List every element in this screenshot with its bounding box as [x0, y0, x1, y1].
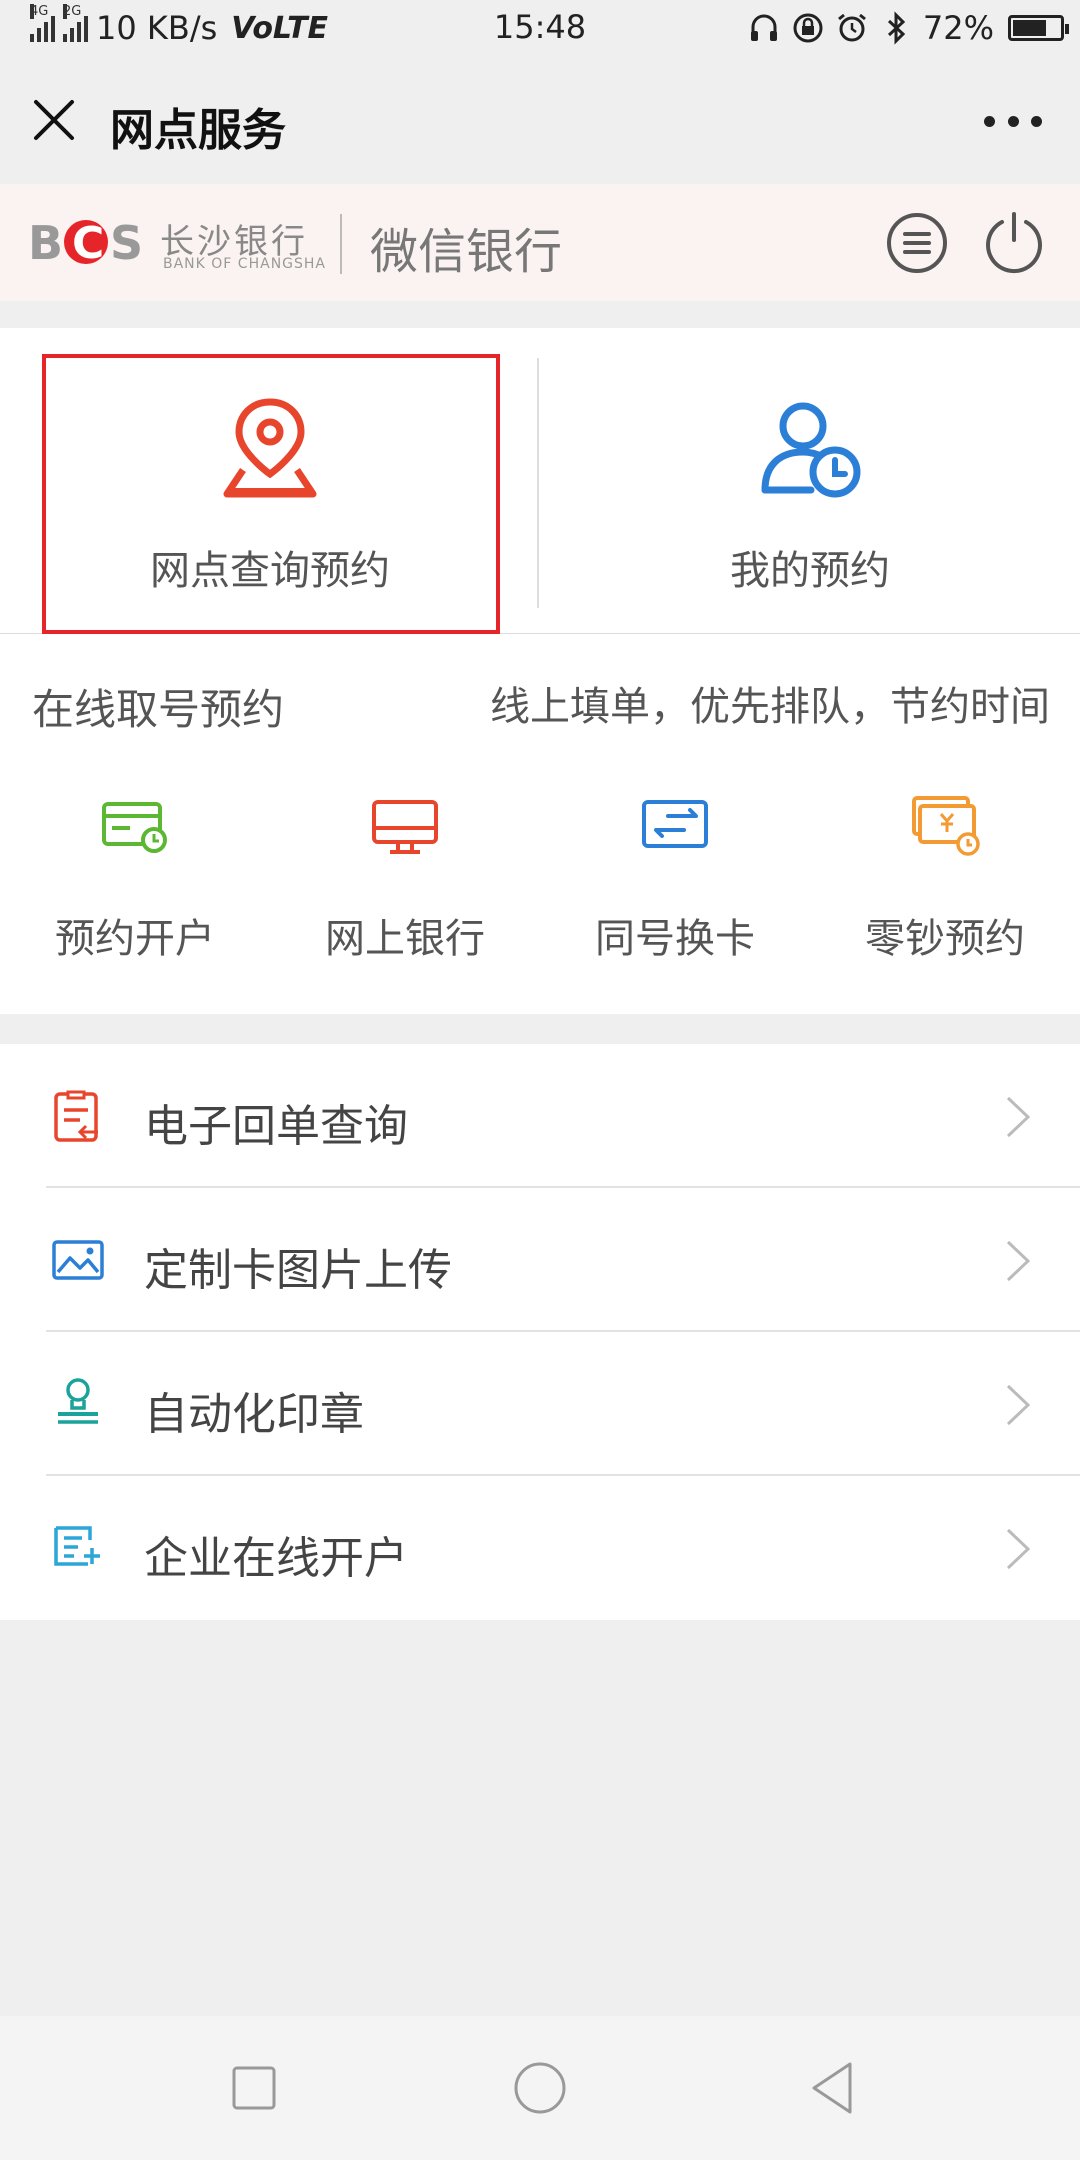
- enterprise-doc-icon: [54, 1526, 100, 1566]
- back-icon[interactable]: [800, 2056, 864, 2120]
- service-small-change[interactable]: 零钞预约: [810, 796, 1080, 966]
- card-divider: [537, 358, 539, 608]
- service-online-banking[interactable]: 网上银行: [270, 796, 540, 966]
- list-item-label: 自动化印章: [144, 1389, 364, 1440]
- bank-logo: B C S: [28, 216, 143, 270]
- location-pin-icon: [223, 398, 317, 498]
- list-item-e-receipt[interactable]: 电子回单查询: [0, 1044, 1080, 1188]
- list-item-auto-seal[interactable]: 自动化印章: [0, 1332, 1080, 1476]
- header-divider: [340, 214, 342, 274]
- power-icon[interactable]: [982, 210, 1046, 274]
- alarm-icon: [837, 13, 866, 42]
- rotation-lock-icon: [793, 13, 823, 43]
- more-options-button[interactable]: [984, 106, 1042, 136]
- bank-header: B C S 长沙银行 BANK OF CHANGSHA 微信银行: [0, 184, 1080, 301]
- card-label: 我的预约: [730, 548, 890, 594]
- more-dot-icon: [984, 115, 995, 127]
- chevron-right-icon: [1006, 1240, 1031, 1282]
- service-label: 零钞预约: [865, 916, 1025, 962]
- battery-percent: 72%: [922, 9, 994, 47]
- bank-name-en: BANK OF CHANGSHA: [163, 256, 326, 272]
- card-clock-icon: [102, 802, 167, 853]
- recent-apps-icon[interactable]: [222, 2056, 286, 2120]
- card-label: 网点查询预约: [150, 548, 390, 594]
- page-title: 网点服务: [110, 105, 286, 156]
- image-icon: [52, 1240, 104, 1280]
- list-item-card-image-upload[interactable]: 定制卡图片上传: [0, 1188, 1080, 1332]
- stamp-icon: [58, 1378, 98, 1424]
- logo-letter-c: C: [72, 218, 104, 269]
- battery-fill: [1013, 20, 1046, 36]
- close-icon[interactable]: [30, 96, 78, 144]
- service-label: 网上银行: [325, 916, 485, 962]
- system-nav-bar: [0, 2016, 1080, 2160]
- chevron-right-icon: [1006, 1528, 1031, 1570]
- service-label: 同号换卡: [595, 916, 755, 962]
- logo-letter-s: S: [110, 216, 143, 270]
- list-item-label: 电子回单查询: [144, 1101, 408, 1152]
- logo-letter-b: B: [28, 216, 63, 270]
- branch-query-card[interactable]: 网点查询预约: [0, 328, 540, 634]
- list-item-label: 定制卡图片上传: [144, 1245, 452, 1296]
- service-card-replace[interactable]: 同号换卡: [540, 796, 810, 966]
- monitor-icon: [372, 800, 438, 854]
- home-icon[interactable]: [508, 2056, 572, 2120]
- online-queue-section: 在线取号预约 线上填单，优先排队，节约时间 预约开户 网上银行 同号换卡 零钞预…: [0, 634, 1080, 1014]
- top-cards: 网点查询预约 我的预约: [0, 328, 1080, 634]
- menu-icon[interactable]: [886, 212, 948, 274]
- headphones-icon: [750, 14, 777, 41]
- list-item-label: 企业在线开户: [144, 1533, 408, 1584]
- channel-name: 微信银行: [370, 224, 563, 280]
- cash-clock-icon: [912, 796, 980, 856]
- card-swap-icon: [642, 800, 708, 848]
- service-list: 电子回单查询 定制卡图片上传 自动化印章 企业在线开户: [0, 1044, 1080, 1620]
- service-open-account[interactable]: 预约开户: [0, 796, 270, 966]
- receipt-icon: [54, 1090, 98, 1142]
- section-title: 在线取号预约: [32, 685, 285, 734]
- title-bar: 网点服务: [0, 58, 1080, 184]
- list-item-enterprise-account[interactable]: 企业在线开户: [0, 1476, 1080, 1620]
- chevron-right-icon: [1006, 1384, 1031, 1426]
- user-clock-icon: [761, 402, 861, 498]
- battery-icon: [1008, 15, 1069, 41]
- bluetooth-icon: [887, 11, 906, 45]
- status-bar: 4G 2G 10 KB/s VoLTE 15:48 72%: [0, 0, 1080, 58]
- service-label: 预约开户: [55, 916, 215, 962]
- more-dot-icon: [1031, 115, 1042, 127]
- more-dot-icon: [1007, 115, 1019, 127]
- status-right: 72%: [747, 8, 1069, 48]
- chevron-right-icon: [1006, 1096, 1031, 1138]
- section-subtitle: 线上填单，优先排队，节约时间: [490, 684, 1050, 730]
- my-appointments-card[interactable]: 我的预约: [540, 328, 1080, 634]
